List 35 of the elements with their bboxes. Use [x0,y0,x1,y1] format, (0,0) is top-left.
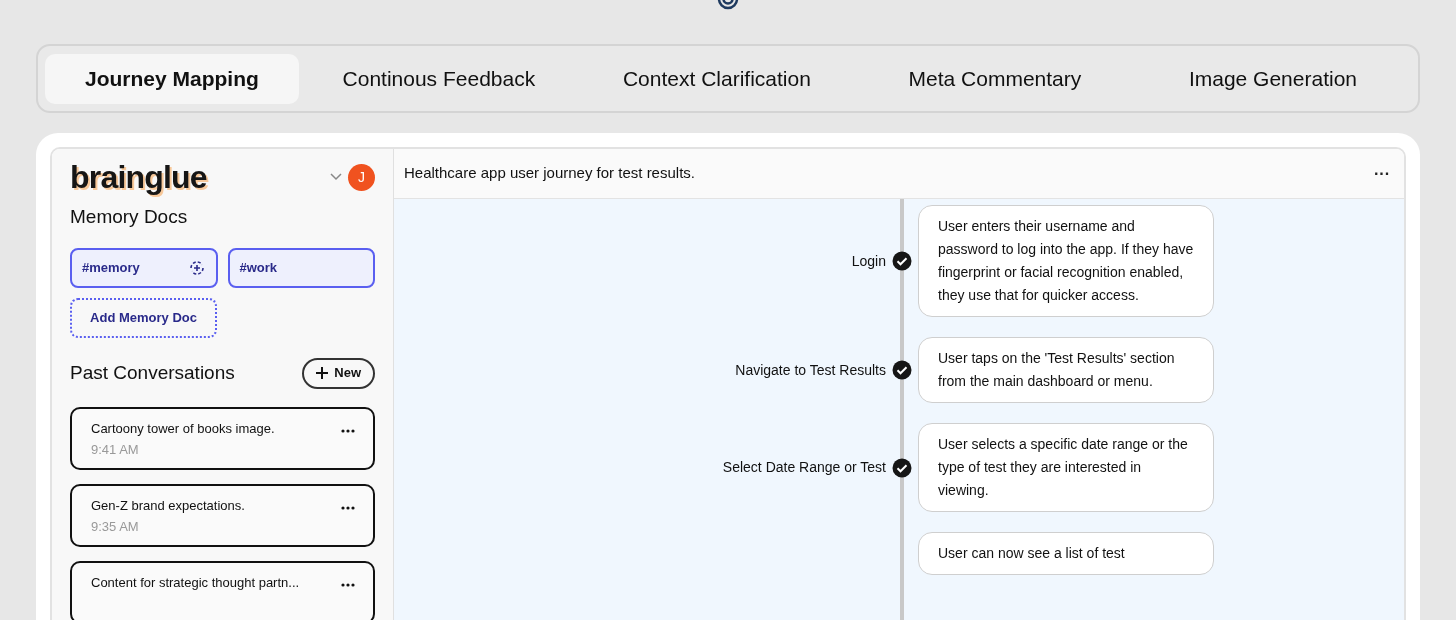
more-icon[interactable] [341,505,355,510]
step-card: User enters their username and password to log into the app. If they have fingerprint or facial recognition enabled, they use that for quicker access. [918,205,1214,317]
logo: brainglue [70,158,207,197]
step-card: User can now see a list of test [918,532,1214,575]
chevron-down-icon[interactable] [330,173,342,181]
step-card: User taps on the 'Test Results' section from the main dashboard or menu. [918,337,1214,403]
avatar[interactable]: J [348,163,375,191]
more-button[interactable]: ··· [1370,161,1394,186]
tab[interactable]: Image Generation [1134,53,1411,104]
conversation-card[interactable]: Gen-Z brand expectations. 9:35 AM [70,483,375,547]
step-label: Select Date Range or Test [722,458,886,477]
conversation-time: 9:41 AM [91,441,140,459]
new-button[interactable]: New [302,357,375,389]
tab[interactable]: Continous Feedback [300,53,577,104]
section-title: Memory Docs [70,205,189,229]
tab[interactable]: Journey Mapping [45,53,299,104]
step-card: User selects a specific date range or the type of test they are interested in viewing. [918,423,1214,512]
conversation-title: Gen-Z brand expectations. [91,496,245,515]
add-memory-doc-button[interactable]: Add Memory Doc [70,297,217,338]
conversation-title: Content for strategic thought partn... [91,573,300,592]
conversation-card[interactable]: Content for strategic thought partn... [70,560,375,620]
more-icon[interactable] [341,428,355,433]
tab[interactable]: Context Clarification [578,53,855,104]
tab[interactable]: Meta Commentary [856,53,1133,104]
conversation-title: Cartoony tower of books image. [91,419,275,438]
memory-doc-chip[interactable]: #memory [70,247,218,288]
conversation-time: 9:35 AM [91,518,140,536]
memory-doc-chip[interactable]: #work [227,247,375,288]
step-label: Login [851,251,886,271]
more-icon[interactable] [341,582,355,587]
conversation-card[interactable]: Cartoony tower of books image. 9:41 AM [70,406,375,470]
plus-icon [316,367,329,379]
step-label: Navigate to Test Results [735,360,886,380]
conversation-title: Healthcare app user journey for test results. [404,163,695,184]
section-title: Past Conversations [70,360,235,385]
